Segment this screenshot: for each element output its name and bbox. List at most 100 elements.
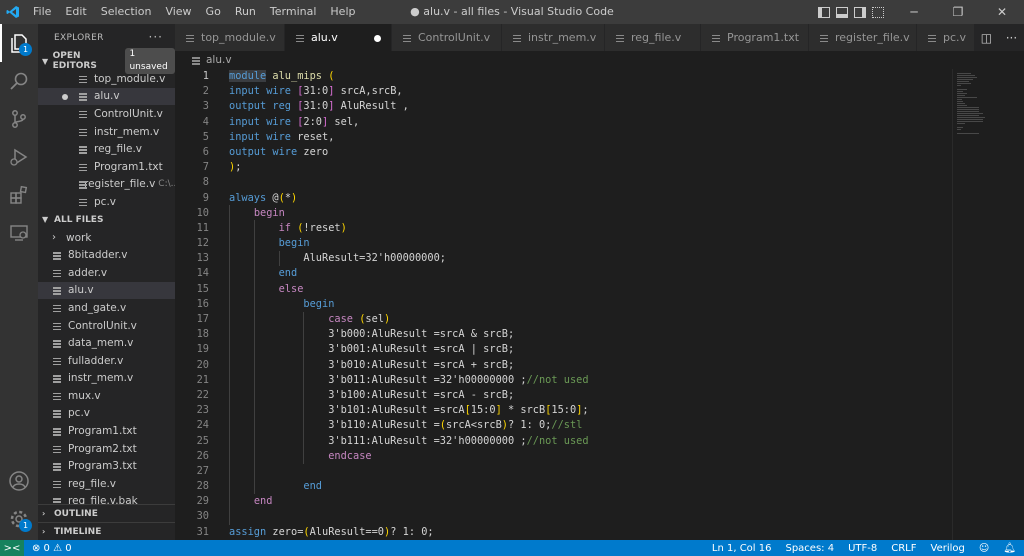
remote-indicator-icon[interactable]: ><	[0, 540, 24, 556]
tab-top-module[interactable]: top_module.v	[175, 24, 285, 51]
code-line: always @(*)	[229, 191, 298, 204]
file-item[interactable]: Program1.txt	[38, 422, 175, 440]
toggle-panel-icon[interactable]	[836, 6, 848, 18]
menu-view[interactable]: View	[158, 0, 198, 24]
breadcrumb-file[interactable]: alu.v	[206, 54, 232, 66]
remote-explorer-icon[interactable]	[0, 214, 38, 252]
file-icon	[512, 33, 522, 43]
menu-run[interactable]: Run	[228, 0, 263, 24]
extensions-icon[interactable]	[0, 176, 38, 214]
all-files-section[interactable]: ▼ ALL FILES	[38, 211, 175, 229]
file-item[interactable]: ControlUnit.v	[38, 317, 175, 335]
outline-label: OUTLINE	[54, 508, 98, 519]
file-item[interactable]: 8bitadder.v	[38, 246, 175, 264]
minimap-line	[957, 121, 983, 122]
file-item[interactable]: pc.v	[38, 405, 175, 423]
file-item[interactable]: reg_file.v	[38, 475, 175, 493]
notifications-icon[interactable]: 🔔︎	[1003, 543, 1016, 554]
source-control-icon[interactable]	[0, 100, 38, 138]
minimap-line	[957, 123, 965, 124]
folder-item[interactable]: › work	[38, 229, 175, 247]
minimap-line	[957, 117, 985, 118]
tab-reg-file[interactable]: reg_file.v	[605, 24, 701, 51]
editor-actions: ◫ ···	[974, 24, 1024, 51]
code-line: 3'b111:AluResult =32'h00000000 ;//not us…	[229, 434, 589, 447]
unsaved-dot-icon[interactable]	[62, 93, 68, 100]
menu-file[interactable]: File	[26, 0, 58, 24]
file-item[interactable]: fulladder.v	[38, 352, 175, 370]
open-editor-item[interactable]: alu.v	[38, 87, 175, 106]
file-icon	[52, 408, 62, 418]
open-editor-item[interactable]: register_file.vC:\...	[38, 176, 175, 194]
file-item[interactable]: Program3.txt	[38, 457, 175, 475]
indentation[interactable]: Spaces: 4	[785, 543, 834, 554]
minimap-line	[957, 113, 983, 114]
explorer-icon[interactable]: 1	[0, 24, 38, 62]
close-icon[interactable]: ✕	[980, 0, 1024, 24]
file-item[interactable]: mux.v	[38, 387, 175, 405]
file-label: 8bitadder.v	[68, 249, 128, 262]
restore-icon[interactable]: ❐	[936, 0, 980, 24]
tab-instr-mem[interactable]: instr_mem.v	[502, 24, 605, 51]
minimap-line	[957, 95, 965, 96]
tab-control-unit[interactable]: ControlUnit.v	[392, 24, 502, 51]
problems-indicator[interactable]: ⊗ 0 ⚠ 0	[32, 543, 72, 554]
toggle-secondary-sidebar-icon[interactable]	[854, 6, 866, 18]
line-number: 29	[196, 495, 209, 508]
accounts-icon[interactable]	[0, 462, 38, 500]
menu-go[interactable]: Go	[199, 0, 228, 24]
cursor-position[interactable]: Ln 1, Col 16	[712, 543, 772, 554]
minimap[interactable]	[952, 69, 1024, 540]
menu-help[interactable]: Help	[323, 0, 362, 24]
line-number: 4	[202, 115, 209, 128]
more-actions-icon[interactable]: ···	[1006, 31, 1017, 45]
tab-register-file[interactable]: register_file.v	[809, 24, 917, 51]
menu-edit[interactable]: Edit	[58, 0, 93, 24]
menu-terminal[interactable]: Terminal	[263, 0, 324, 24]
file-icon	[52, 338, 62, 348]
menu-selection[interactable]: Selection	[94, 0, 159, 24]
tab-pc[interactable]: pc.v	[917, 24, 977, 51]
file-label: Program2.txt	[68, 442, 137, 455]
open-editor-item[interactable]: ControlUnit.v	[38, 105, 175, 123]
vscode-logo-icon	[0, 0, 26, 24]
toggle-primary-sidebar-icon[interactable]	[818, 6, 830, 18]
file-icon	[52, 426, 62, 436]
split-editor-icon[interactable]: ◫	[981, 31, 992, 45]
open-editors-section[interactable]: ▼ OPEN EDITORS 1 unsaved	[38, 48, 175, 74]
file-icon	[78, 162, 88, 172]
customize-layout-icon[interactable]	[872, 6, 884, 18]
explorer-more-actions-icon[interactable]: ···	[149, 30, 163, 44]
settings-gear-icon[interactable]: 1	[0, 500, 38, 538]
language-mode[interactable]: Verilog	[931, 543, 965, 554]
file-icon	[78, 74, 88, 84]
search-icon[interactable]	[0, 62, 38, 100]
minimap-line	[957, 103, 965, 104]
file-item[interactable]: instr_mem.v	[38, 370, 175, 388]
file-item[interactable]: alu.v	[38, 281, 175, 300]
tab-program1[interactable]: Program1.txt	[701, 24, 809, 51]
open-editor-item[interactable]: reg_file.v	[38, 140, 175, 158]
file-item[interactable]: and_gate.v	[38, 299, 175, 317]
file-item[interactable]: Program2.txt	[38, 440, 175, 458]
open-editor-item[interactable]: top_module.v	[38, 70, 175, 88]
unsaved-dot-icon[interactable]	[374, 35, 381, 42]
code-area[interactable]: module alu_mips ( input wire [31:0] srcA…	[229, 69, 949, 540]
open-editor-item[interactable]: instr_mem.v	[38, 123, 175, 141]
timeline-section[interactable]: › TIMELINE	[38, 522, 175, 540]
tab-alu[interactable]: alu.v	[285, 24, 392, 51]
file-encoding[interactable]: UTF-8	[848, 543, 877, 554]
open-editor-item[interactable]: Program1.txt	[38, 158, 175, 176]
open-editor-item[interactable]: pc.v	[38, 193, 175, 211]
outline-section[interactable]: › OUTLINE	[38, 504, 175, 522]
line-number: 11	[196, 221, 209, 234]
file-item[interactable]: adder.v	[38, 264, 175, 282]
feedback-icon[interactable]: ☺	[979, 543, 989, 554]
code-editor[interactable]: 1 2 3 4 5 6 7 8 9 10 11 12 13 14 15 16 17 18 19 20 21 22 23 24 2…	[175, 69, 952, 540]
minimize-icon[interactable]: ─	[892, 0, 936, 24]
line-number: 30	[196, 510, 209, 523]
end-of-line[interactable]: CRLF	[891, 543, 916, 554]
run-debug-icon[interactable]	[0, 138, 38, 176]
editor-tabs: top_module.v alu.v ControlUnit.v instr_m…	[175, 24, 1024, 51]
file-item[interactable]: data_mem.v	[38, 334, 175, 352]
